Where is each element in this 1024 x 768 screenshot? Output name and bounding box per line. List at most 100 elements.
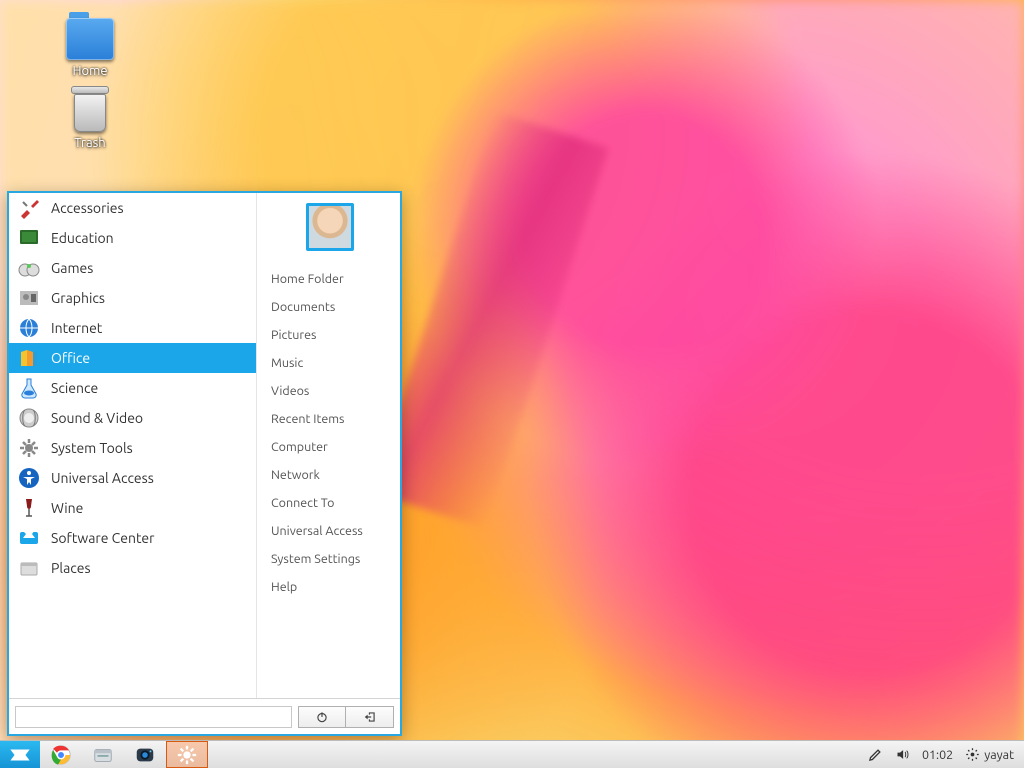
place-label: Computer — [271, 440, 328, 454]
cheese-webcam-icon — [134, 744, 156, 766]
start-menu-search-input[interactable] — [15, 706, 292, 728]
place-pictures[interactable]: Pictures — [271, 321, 388, 349]
launcher-google-chrome[interactable] — [40, 741, 82, 768]
trash-icon — [71, 86, 109, 94]
place-label: Help — [271, 580, 297, 594]
place-universal-access[interactable]: Universal Access — [271, 517, 388, 545]
places-icon — [15, 556, 43, 580]
category-office[interactable]: Office — [9, 343, 256, 373]
place-network[interactable]: Network — [271, 461, 388, 489]
sound-icon — [15, 406, 43, 430]
category-games[interactable]: Games — [9, 253, 256, 283]
internet-icon — [15, 316, 43, 340]
logout-icon — [363, 710, 377, 724]
place-help[interactable]: Help — [271, 573, 388, 601]
user-menu[interactable]: yayat — [965, 747, 1014, 762]
category-label: Universal Access — [51, 470, 154, 486]
desktop-icon-trash[interactable]: Trash — [50, 90, 130, 150]
pen-tablet-icon — [868, 747, 883, 762]
category-accessories[interactable]: Accessories — [9, 193, 256, 223]
user-menu-label: yayat — [984, 748, 1014, 762]
start-button[interactable] — [0, 741, 40, 768]
zorin-logo-icon — [9, 746, 31, 764]
category-label: Education — [51, 230, 114, 246]
graphics-icon — [15, 286, 43, 310]
category-label: Software Center — [51, 530, 154, 546]
desktop-icon-label: Home — [50, 64, 130, 78]
volume-icon — [895, 747, 910, 762]
science-icon — [15, 376, 43, 400]
softcenter-icon — [15, 526, 43, 550]
gear-icon — [965, 747, 980, 762]
file-manager-icon — [92, 744, 114, 766]
input-device-indicator[interactable] — [868, 747, 883, 762]
category-internet[interactable]: Internet — [9, 313, 256, 343]
trash-icon — [74, 94, 106, 132]
shutdown-button[interactable] — [298, 706, 346, 728]
place-label: Videos — [271, 384, 309, 398]
system-settings-icon — [176, 744, 198, 766]
category-places[interactable]: Places — [9, 553, 256, 583]
education-icon — [15, 226, 43, 250]
place-label: System Settings — [271, 552, 360, 566]
category-label: Places — [51, 560, 91, 576]
desktop-icon-label: Trash — [50, 136, 130, 150]
category-label: Accessories — [51, 200, 124, 216]
start-menu-categories: Accessories Education Games Graphics Interne… — [9, 193, 257, 698]
office-icon — [15, 346, 43, 370]
desktop-icon-home-folder[interactable]: Home — [50, 18, 130, 78]
volume-indicator[interactable] — [895, 747, 910, 762]
systools-icon — [15, 436, 43, 460]
place-label: Network — [271, 468, 320, 482]
system-tray: 01:02 yayat — [858, 741, 1024, 768]
games-icon — [15, 256, 43, 280]
place-connect-to[interactable]: Connect To — [271, 489, 388, 517]
category-science[interactable]: Science — [9, 373, 256, 403]
ua-icon — [15, 466, 43, 490]
place-label: Recent Items — [271, 412, 344, 426]
power-icon — [315, 710, 329, 724]
category-label: Internet — [51, 320, 102, 336]
place-documents[interactable]: Documents — [271, 293, 388, 321]
category-label: Wine — [51, 500, 83, 516]
wine-icon — [15, 496, 43, 520]
start-menu: Accessories Education Games Graphics Interne… — [7, 191, 402, 736]
place-computer[interactable]: Computer — [271, 433, 388, 461]
category-system-tools[interactable]: System Tools — [9, 433, 256, 463]
category-label: Graphics — [51, 290, 105, 306]
clock-time: 01:02 — [922, 748, 953, 762]
category-education[interactable]: Education — [9, 223, 256, 253]
category-software-center[interactable]: Software Center — [9, 523, 256, 553]
place-label: Home Folder — [271, 272, 344, 286]
start-menu-places-panel: Home Folder Documents Pictures Music Videos R… — [257, 193, 400, 698]
category-graphics[interactable]: Graphics — [9, 283, 256, 313]
category-label: Sound & Video — [51, 410, 143, 426]
place-label: Pictures — [271, 328, 316, 342]
start-menu-bottom-bar — [9, 698, 400, 734]
category-universal-access[interactable]: Universal Access — [9, 463, 256, 493]
taskbar: 01:02 yayat — [0, 740, 1024, 768]
category-label: System Tools — [51, 440, 133, 456]
place-label: Music — [271, 356, 303, 370]
clock[interactable]: 01:02 — [922, 748, 953, 762]
place-videos[interactable]: Videos — [271, 377, 388, 405]
place-system-settings[interactable]: System Settings — [271, 545, 388, 573]
place-music[interactable]: Music — [271, 349, 388, 377]
folder-icon — [66, 18, 114, 60]
category-label: Games — [51, 260, 93, 276]
google-chrome-icon — [50, 744, 72, 766]
place-recent[interactable]: Recent Items — [271, 405, 388, 433]
place-label: Documents — [271, 300, 335, 314]
place-label: Connect To — [271, 496, 334, 510]
place-label: Universal Access — [271, 524, 363, 538]
category-wine[interactable]: Wine — [9, 493, 256, 523]
launcher-cheese-webcam[interactable] — [124, 741, 166, 768]
launcher-file-manager[interactable] — [82, 741, 124, 768]
category-label: Science — [51, 380, 98, 396]
accessories-icon — [15, 196, 43, 220]
place-home-folder[interactable]: Home Folder — [271, 265, 388, 293]
launcher-system-settings[interactable] — [166, 741, 208, 768]
category-label: Office — [51, 350, 90, 366]
category-sound-video[interactable]: Sound & Video — [9, 403, 256, 433]
user-avatar[interactable] — [306, 203, 354, 251]
